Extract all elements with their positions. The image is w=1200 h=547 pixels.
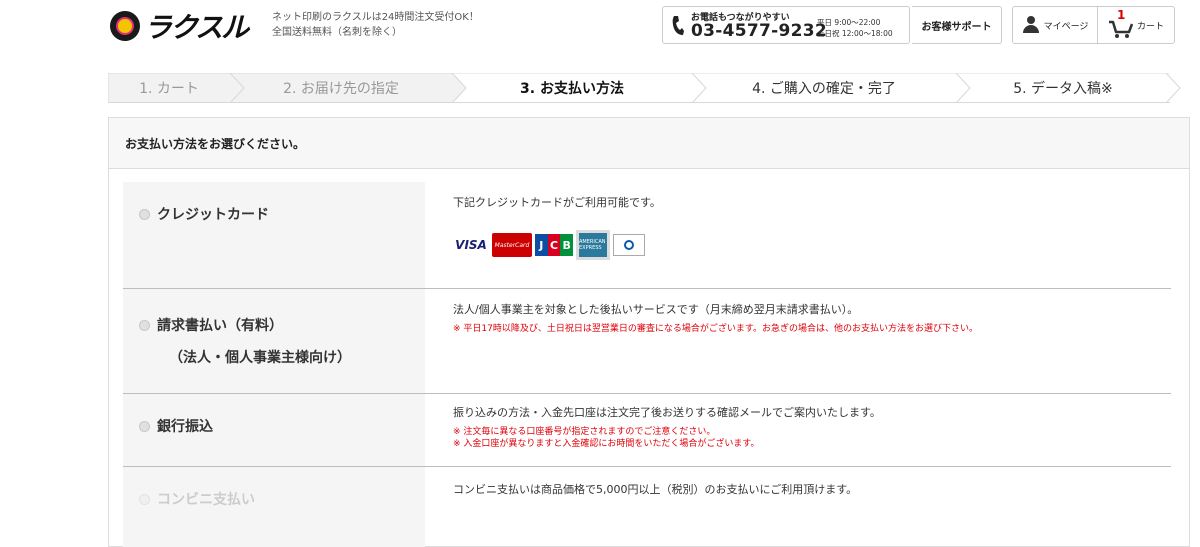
radio-icon[interactable]: [139, 420, 150, 432]
tagline-line1: ネット印刷のラクスルは24時間注文受付OK！: [272, 12, 479, 23]
visa-logo-icon: VISA: [455, 238, 487, 252]
phone-icon: [671, 15, 685, 42]
payment-method-panel: お支払い方法をお選びください。 クレジットカード 下記クレジットカードがご利用可…: [108, 117, 1190, 547]
person-icon: [1022, 16, 1040, 34]
option-detail-cell: 振り込みの方法・入金先口座は注文完了後お送りする確認メールでご案内いたします。 …: [453, 394, 1171, 466]
option-warning-note: ※ 入金口座が異なりますと入金確認にお時間をいただく場合がございます。: [453, 439, 760, 449]
option-label-cell: 請求書払い（有料） （法人・個人事業主様向け）: [123, 289, 425, 393]
option-invoice-radio[interactable]: 請求書払い（有料）: [139, 315, 283, 335]
option-detail-cell: 法人/個人事業主を対象とした後払いサービスです（月末締め翌月末請求書払い）。 ※…: [453, 289, 1171, 393]
payment-option-convenience-store: コンビニ支払い コンビニ支払いは商品価格で5,000円以上（税別）のお支払いにご…: [123, 467, 1171, 547]
option-description: コンビニ支払いは商品価格で5,000円以上（税別）のお支払いにご利用頂けます。: [453, 483, 858, 496]
payment-option-credit-card[interactable]: クレジットカード 下記クレジットカードがご利用可能です。 VISA Master…: [123, 182, 1171, 289]
option-warning-note: ※ 平日17時以降及び、土日祝日は翌営業日の審査になる場合がございます。お急ぎの…: [453, 324, 978, 334]
card-brand-list: VISA MasterCard JCB AMERICAN EXPRESS: [453, 230, 648, 260]
cart-button[interactable]: 1 カート: [1097, 6, 1175, 44]
payment-option-bank-transfer[interactable]: 銀行振込 振り込みの方法・入金先口座は注文完了後お送りする確認メールでご案内いた…: [123, 394, 1171, 467]
phone-contact-box: お電話もつながりやすい 03-4577-9232 平日 9:00〜22:00 土…: [662, 6, 910, 44]
option-label-cell: コンビニ支払い: [123, 467, 425, 547]
radio-icon: [139, 493, 150, 505]
option-sub-label: （法人・個人事業主様向け）: [169, 350, 351, 366]
option-convenience-radio: コンビニ支払い: [139, 489, 255, 509]
option-label: コンビニ支払い: [157, 492, 255, 508]
mastercard-logo-icon: MasterCard: [492, 233, 532, 257]
option-description: 法人/個人事業主を対象とした後払いサービスです（月末締め翌月末請求書払い）。: [453, 303, 859, 316]
option-description: 下記クレジットカードがご利用可能です。: [453, 196, 661, 209]
customer-support-button[interactable]: お客様サポート: [912, 6, 1002, 44]
cart-count-badge: 1: [1116, 8, 1126, 22]
phone-hours: 平日 9:00〜22:00 土日祝 12:00〜18:00: [817, 17, 893, 39]
payment-option-invoice[interactable]: 請求書払い（有料） （法人・個人事業主様向け） 法人/個人事業主を対象とした後払…: [123, 289, 1171, 394]
option-warning-note: ※ 注文毎に異なる口座番号が指定されますのでご注意ください。: [453, 427, 716, 437]
logo-mark-icon: [110, 11, 140, 41]
mypage-label: マイページ: [1043, 21, 1089, 32]
option-detail-cell: コンビニ支払いは商品価格で5,000円以上（税別）のお支払いにご利用頂けます。: [453, 467, 1171, 547]
diners-club-logo-icon: [613, 234, 645, 256]
option-credit-card-radio[interactable]: クレジットカード: [139, 204, 269, 224]
logo-text: ラクスル: [144, 11, 249, 44]
radio-icon[interactable]: [139, 319, 150, 331]
option-label: クレジットカード: [157, 207, 269, 223]
option-bank-transfer-radio[interactable]: 銀行振込: [139, 416, 213, 436]
cart-label: カート: [1136, 21, 1164, 32]
amex-logo-icon: AMERICAN EXPRESS: [576, 230, 610, 260]
option-label: 銀行振込: [157, 419, 213, 435]
mypage-button[interactable]: マイページ: [1012, 6, 1098, 44]
option-label-cell: クレジットカード: [123, 182, 425, 288]
hours-weekday: 平日 9:00〜22:00: [817, 18, 881, 27]
radio-icon[interactable]: [139, 208, 150, 220]
jcb-logo-icon: JCB: [535, 233, 574, 257]
option-label: 請求書払い（有料）: [157, 318, 283, 334]
option-description: 振り込みの方法・入金先口座は注文完了後お送りする確認メールでご案内いたします。: [453, 406, 881, 419]
phone-number: 03-4577-9232: [691, 21, 827, 41]
option-label-cell: 銀行振込: [123, 394, 425, 466]
step-chevrons: [108, 73, 1181, 103]
cart-icon: 1: [1108, 8, 1134, 38]
panel-heading: お支払い方法をお選びください。: [109, 118, 1189, 169]
tagline: ネット印刷のラクスルは24時間注文受付OK！ 全国送料無料（名刺を除く）: [272, 10, 479, 40]
hours-weekend: 土日祝 12:00〜18:00: [817, 29, 893, 38]
logo[interactable]: ラクスル: [110, 8, 249, 44]
option-detail-cell: 下記クレジットカードがご利用可能です。 VISA MasterCard JCB …: [453, 182, 1171, 288]
tagline-line2: 全国送料無料（名刺を除く）: [272, 27, 402, 38]
